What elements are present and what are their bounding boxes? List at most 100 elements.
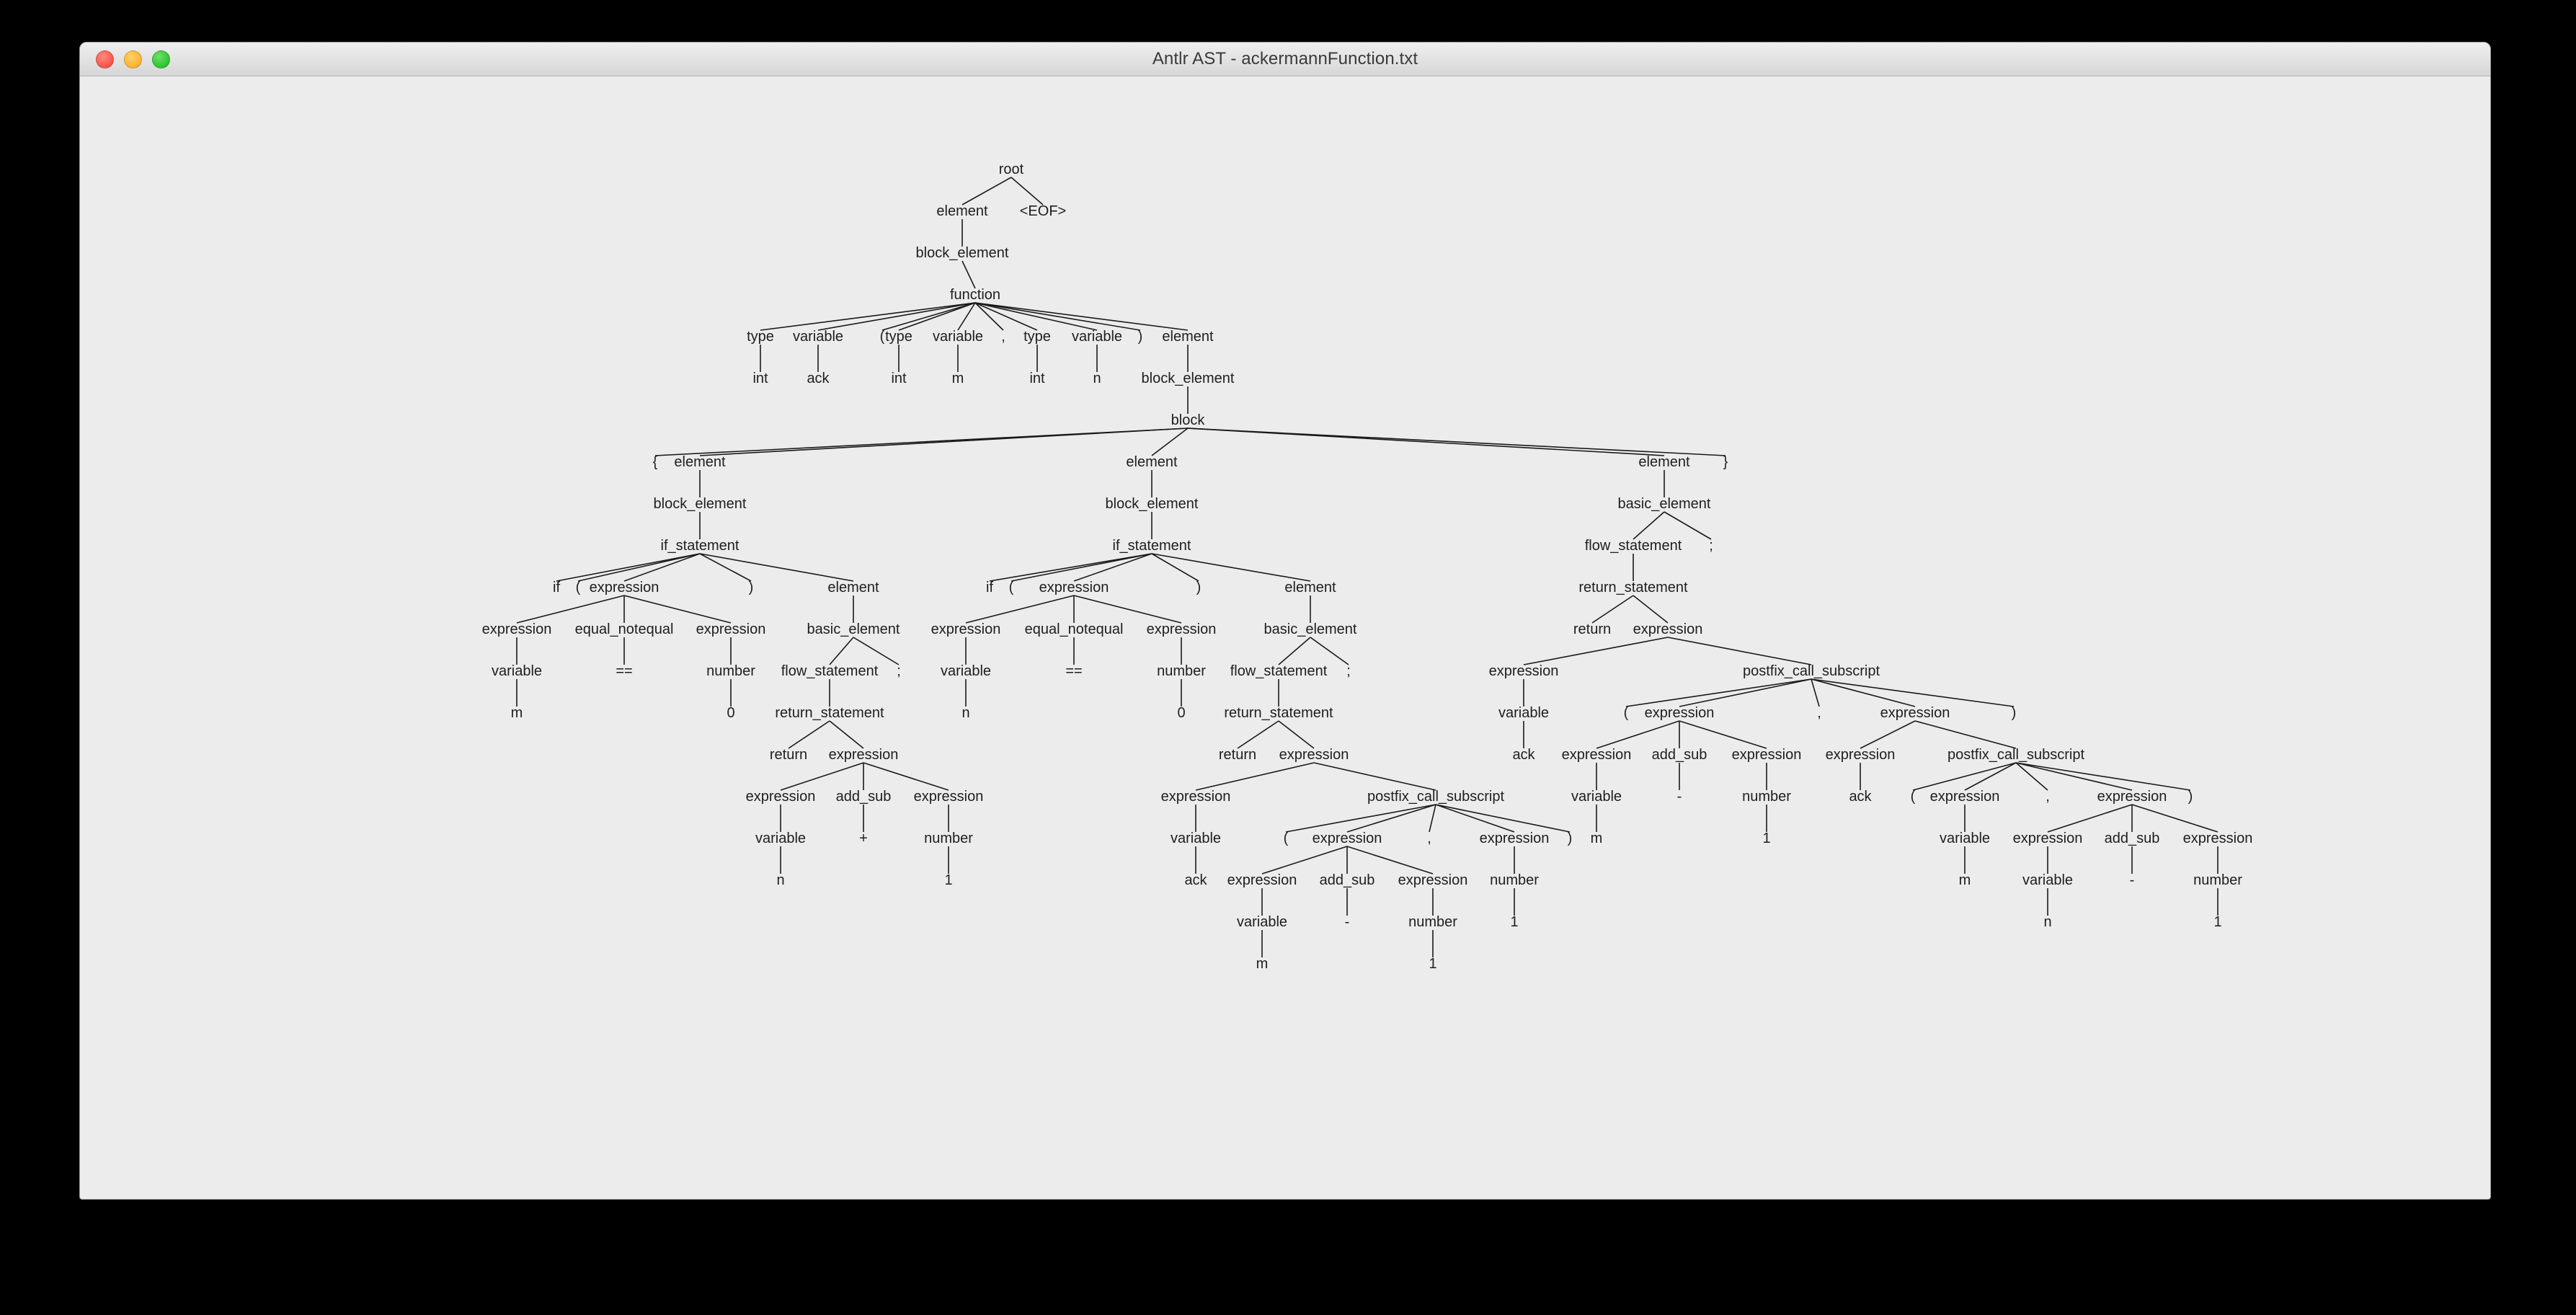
ast-node-n25[interactable]: element xyxy=(1126,454,1178,470)
ast-node-n31[interactable]: ( xyxy=(576,580,581,595)
ast-node-n93[interactable]: number xyxy=(1408,914,1457,930)
ast-node-n37[interactable]: expression xyxy=(696,621,766,637)
ast-node-n99[interactable]: ; xyxy=(1709,538,1713,554)
ast-node-n108[interactable]: , xyxy=(1817,705,1821,721)
ast-node-n100[interactable]: return_statement xyxy=(1578,580,1688,595)
ast-node-n123[interactable]: , xyxy=(2046,789,2050,805)
ast-node-n88[interactable]: add_sub xyxy=(1320,872,1375,888)
ast-node-n49[interactable]: expression xyxy=(746,789,816,805)
ast-node-n32[interactable]: expression xyxy=(590,580,659,595)
ast-node-n8[interactable]: type xyxy=(885,329,912,345)
ast-node-n16[interactable]: ack xyxy=(807,371,830,386)
ast-node-n75[interactable]: return_statement xyxy=(1224,705,1333,721)
ast-node-n55[interactable]: n xyxy=(776,872,784,888)
ast-node-n20[interactable]: n xyxy=(1093,371,1101,386)
ast-node-n102[interactable]: expression xyxy=(1633,621,1703,637)
ast-node-n97[interactable]: basic_element xyxy=(1618,496,1711,512)
ast-node-n72[interactable]: ; xyxy=(1346,663,1351,679)
ast-node-n58[interactable]: if_statement xyxy=(1113,538,1191,554)
ast-node-n82[interactable]: expression xyxy=(1313,831,1382,846)
ast-node-n119[interactable]: number xyxy=(1742,789,1791,805)
ast-node-n34[interactable]: element xyxy=(827,580,879,595)
ast-node-n71[interactable]: flow_statement xyxy=(1230,663,1328,679)
ast-node-n89[interactable]: expression xyxy=(1398,872,1468,888)
ast-node-n107[interactable]: expression xyxy=(1645,705,1715,721)
ast-node-n63[interactable]: element xyxy=(1284,580,1336,595)
ast-node-n22[interactable]: block xyxy=(1171,412,1206,428)
ast-node-n54[interactable]: number xyxy=(924,831,973,846)
ast-node-n18[interactable]: m xyxy=(952,371,964,386)
ast-node-n48[interactable]: expression xyxy=(829,747,899,763)
ast-node-n112[interactable]: expression xyxy=(1562,747,1632,763)
ast-node-n133[interactable]: variable xyxy=(2022,872,2073,888)
ast-node-n1[interactable]: element xyxy=(936,203,988,219)
ast-node-n130[interactable]: add_sub xyxy=(2105,831,2160,846)
ast-node-n30[interactable]: if xyxy=(553,580,560,595)
ast-node-n118[interactable]: - xyxy=(1677,789,1682,805)
ast-node-n29[interactable]: if_statement xyxy=(661,538,740,554)
ast-node-n116[interactable]: postfix_call_subscript xyxy=(1947,747,2085,763)
ast-node-n124[interactable]: expression xyxy=(2097,789,2167,805)
ast-node-n53[interactable]: + xyxy=(859,831,868,846)
ast-node-n103[interactable]: expression xyxy=(1489,663,1559,679)
ast-node-n111[interactable]: ack xyxy=(1512,747,1535,763)
window-titlebar[interactable]: Antlr AST - ackermannFunction.txt xyxy=(80,43,2490,76)
ast-node-n83[interactable]: , xyxy=(1427,831,1431,846)
ast-node-n43[interactable]: ; xyxy=(897,663,901,679)
ast-node-n137[interactable]: 1 xyxy=(2213,914,2221,930)
ast-canvas[interactable]: root element <EOF> block_element function typ… xyxy=(80,76,2490,1198)
ast-node-n35[interactable]: expression xyxy=(482,621,552,637)
ast-node-n106[interactable]: ( xyxy=(1624,705,1629,721)
ast-node-n65[interactable]: equal_notequal xyxy=(1025,621,1124,637)
ast-node-n113[interactable]: add_sub xyxy=(1652,747,1707,763)
ast-node-n120[interactable]: ack xyxy=(1849,789,1872,805)
ast-node-n98[interactable]: flow_statement xyxy=(1585,538,1682,554)
ast-node-n9[interactable]: variable xyxy=(933,329,983,345)
ast-node-n12[interactable]: variable xyxy=(1072,329,1122,345)
ast-node-n135[interactable]: number xyxy=(2193,872,2242,888)
ast-node-n14[interactable]: element xyxy=(1162,329,1214,345)
ast-node-n46[interactable]: return_statement xyxy=(775,705,884,721)
ast-node-n92[interactable]: - xyxy=(1345,914,1350,930)
ast-node-n136[interactable]: n xyxy=(2043,914,2051,930)
close-window-button[interactable] xyxy=(96,50,114,68)
ast-node-n50[interactable]: add_sub xyxy=(836,789,892,805)
ast-node-n5[interactable]: type xyxy=(747,329,774,345)
ast-node-n41[interactable]: number xyxy=(706,663,755,679)
ast-node-n122[interactable]: expression xyxy=(1930,789,2000,805)
ast-node-n78[interactable]: expression xyxy=(1161,789,1231,805)
ast-node-n134[interactable]: - xyxy=(2130,872,2135,888)
ast-node-n131[interactable]: expression xyxy=(2183,831,2253,846)
ast-node-n109[interactable]: expression xyxy=(1880,705,1950,721)
ast-node-n19[interactable]: int xyxy=(1029,371,1045,386)
ast-node-n17[interactable]: int xyxy=(891,371,907,386)
ast-node-n96[interactable]: 1 xyxy=(1429,956,1436,972)
ast-node-n128[interactable]: variable xyxy=(1940,831,1990,846)
ast-node-n51[interactable]: expression xyxy=(914,789,984,805)
ast-node-n0[interactable]: root xyxy=(999,161,1024,177)
ast-node-n115[interactable]: expression xyxy=(1826,747,1896,763)
ast-node-n28[interactable]: block_element xyxy=(654,496,747,512)
ast-node-n56[interactable]: 1 xyxy=(944,872,952,888)
ast-node-n73[interactable]: n xyxy=(961,705,969,721)
ast-node-n69[interactable]: == xyxy=(1065,663,1082,679)
ast-node-n77[interactable]: expression xyxy=(1279,747,1349,763)
ast-node-n15[interactable]: int xyxy=(752,371,768,386)
ast-node-n105[interactable]: variable xyxy=(1498,705,1549,721)
ast-node-n11[interactable]: type xyxy=(1023,329,1051,345)
ast-node-n61[interactable]: expression xyxy=(1039,580,1109,595)
ast-node-n67[interactable]: basic_element xyxy=(1264,621,1357,637)
minimize-window-button[interactable] xyxy=(124,50,142,68)
ast-node-n23[interactable]: { xyxy=(653,454,658,470)
ast-node-n44[interactable]: m xyxy=(511,705,523,721)
ast-node-n36[interactable]: equal_notequal xyxy=(575,621,674,637)
ast-node-n94[interactable]: 1 xyxy=(1510,914,1518,930)
ast-node-n125[interactable]: ) xyxy=(2188,789,2193,805)
ast-node-n104[interactable]: postfix_call_subscript xyxy=(1743,663,1880,679)
ast-node-n90[interactable]: number xyxy=(1490,872,1539,888)
ast-node-n91[interactable]: variable xyxy=(1237,914,1287,930)
ast-node-n33[interactable]: ) xyxy=(749,580,754,595)
ast-node-n27[interactable]: } xyxy=(1723,454,1728,470)
ast-node-n47[interactable]: return xyxy=(770,747,807,763)
ast-node-n2[interactable]: <EOF> xyxy=(1020,203,1066,219)
